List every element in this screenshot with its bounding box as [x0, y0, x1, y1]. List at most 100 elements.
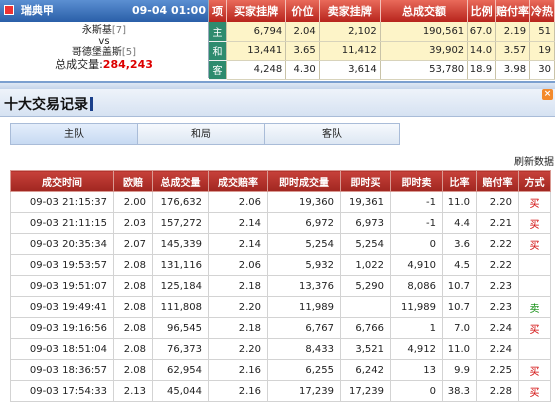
- away-team[interactable]: 哥德堡盖斯[5]: [0, 47, 208, 58]
- total-volume-value: 284,243: [102, 58, 153, 71]
- column-header[interactable]: 成交赔率: [208, 170, 268, 192]
- ratio: 10.7: [442, 296, 477, 318]
- table-row[interactable]: 09-03 18:36:57 2.08 62,954 2.16 6,255 6,242 13…: [10, 359, 551, 381]
- instant-sell: -1: [390, 212, 443, 234]
- trade-mode: 卖: [518, 296, 551, 318]
- trade-time: 09-03 19:49:41: [10, 296, 114, 318]
- column-header[interactable]: 赔付率: [476, 170, 519, 192]
- trade-time: 09-03 17:54:33: [10, 380, 114, 402]
- instant-buy: 6,242: [340, 359, 391, 381]
- table-row[interactable]: 09-03 18:51:04 2.08 76,373 2.20 8,433 3,521 4,…: [10, 338, 551, 360]
- trade-odds: 2.18: [208, 317, 268, 339]
- column-header[interactable]: 即时成交量: [267, 170, 341, 192]
- summary-header: 项: [209, 0, 228, 22]
- column-header[interactable]: 即时卖: [390, 170, 443, 192]
- home-team[interactable]: 永斯基[7]: [0, 25, 208, 36]
- column-header[interactable]: 成交时间: [10, 170, 114, 192]
- ratio: 67.0: [467, 22, 497, 42]
- euro-odds: 2.13: [113, 380, 153, 402]
- table-row[interactable]: 09-03 21:15:37 2.00 176,632 2.06 19,360 19,36…: [10, 191, 551, 213]
- table-row[interactable]: 09-03 19:16:56 2.08 96,545 2.18 6,767 6,766 1 7…: [10, 317, 551, 339]
- euro-odds: 2.07: [113, 233, 153, 255]
- tab-away[interactable]: 客队: [264, 123, 400, 145]
- instant-volume: 6,767: [267, 317, 341, 339]
- tab-home[interactable]: 主队: [10, 123, 138, 145]
- trade-odds: 2.16: [208, 359, 268, 381]
- text-cursor: [90, 97, 93, 111]
- payout-rate: 2.28: [476, 380, 519, 402]
- trade-mode: [518, 275, 551, 297]
- summary-header: 卖家挂牌: [319, 0, 381, 22]
- instant-volume: 8,433: [267, 338, 341, 360]
- league-name[interactable]: 瑞典甲: [21, 4, 54, 17]
- price: 2.04: [285, 22, 320, 42]
- ratio: 3.6: [442, 233, 477, 255]
- total-volume: 96,545: [152, 317, 209, 339]
- window-title: 十大交易记录: [4, 94, 93, 114]
- close-icon[interactable]: ×: [542, 89, 553, 100]
- instant-volume: 5,932: [267, 254, 341, 276]
- table-row[interactable]: 09-03 21:11:15 2.03 157,272 2.14 6,972 6,973-…: [10, 212, 551, 234]
- instant-volume: 6,255: [267, 359, 341, 381]
- heat-index: 51: [529, 22, 555, 42]
- trade-records-table: 成交时间 欧赔 总成交量 成交赔率 即时成交量 即时买 即时卖 比率 赔付率 方…: [10, 170, 551, 402]
- trade-odds: 2.06: [208, 254, 268, 276]
- trade-odds: 2.20: [208, 296, 268, 318]
- trade-odds: 2.06: [208, 191, 268, 213]
- column-header[interactable]: 比率: [442, 170, 477, 192]
- summary-header: 总成交额: [380, 0, 469, 22]
- vs-label: vs: [98, 36, 110, 47]
- table-row[interactable]: 09-03 19:51:07 2.08 125,184 2.18 13,376 5,290…: [10, 275, 551, 297]
- payout-rate: 2.21: [476, 212, 519, 234]
- instant-volume: 17,239: [267, 380, 341, 402]
- instant-buy: 3,521: [340, 338, 391, 360]
- trade-time: 09-03 18:36:57: [10, 359, 114, 381]
- ratio: 38.3: [442, 380, 477, 402]
- column-header[interactable]: 欧赔: [113, 170, 153, 192]
- instant-sell: 13: [390, 359, 443, 381]
- table-row[interactable]: 09-03 19:53:57 2.08 131,116 2.06 5,932 1,022 4…: [10, 254, 551, 276]
- instant-sell: 8,086: [390, 275, 443, 297]
- table-row[interactable]: 09-03 19:49:41 2.08 111,808 2.20 11,989 11,98…: [10, 296, 551, 318]
- total-volume: 111,808: [152, 296, 209, 318]
- trade-time: 09-03 21:11:15: [10, 212, 114, 234]
- team-tabs: 主队 和局 客队: [0, 123, 555, 149]
- trade-time: 09-03 18:51:04: [10, 338, 114, 360]
- buy-listing: 4,248: [226, 60, 287, 80]
- away-team-rank: [5]: [121, 47, 137, 58]
- outcome-label: 和: [209, 41, 228, 61]
- tab-draw[interactable]: 和局: [137, 123, 265, 145]
- trade-time: 09-03 21:15:37: [10, 191, 114, 213]
- trade-mode: 买: [518, 317, 551, 339]
- trade-odds: 2.16: [208, 380, 268, 402]
- summary-header: 价位: [285, 0, 320, 22]
- trade-odds: 2.18: [208, 275, 268, 297]
- total-volume: 145,339: [152, 233, 209, 255]
- ratio: 9.9: [442, 359, 477, 381]
- table-row[interactable]: 09-03 17:54:33 2.13 45,044 2.16 17,239 17,239…: [10, 380, 551, 402]
- outcome-label: 客: [209, 60, 228, 80]
- table-row[interactable]: 09-03 20:35:34 2.07 145,339 2.14 5,254 5,254 0…: [10, 233, 551, 255]
- summary-row-away[interactable]: 客 4,248 4.30 3,614 53,780 18.9 3.98 30: [209, 60, 555, 80]
- instant-sell: 0: [390, 380, 443, 402]
- refresh-data-link[interactable]: 刷新数据: [514, 153, 554, 168]
- sell-listing: 3,614: [319, 60, 381, 80]
- trade-odds: 2.14: [208, 233, 268, 255]
- summary-row-draw[interactable]: 和 13,441 3.65 11,412 39,902 14.0 3.57 19: [209, 41, 555, 61]
- betting-summary-table: 项 买家挂牌 价位 卖家挂牌 总成交额 比例 赔付率 冷热 主 6,794 2.…: [209, 0, 555, 80]
- euro-odds: 2.08: [113, 338, 153, 360]
- price: 4.30: [285, 60, 320, 80]
- instant-sell: 4,910: [390, 254, 443, 276]
- buy-listing: 6,794: [226, 22, 287, 42]
- column-header[interactable]: 总成交量: [152, 170, 209, 192]
- instant-sell: 0: [390, 233, 443, 255]
- euro-odds: 2.08: [113, 317, 153, 339]
- summary-header: 赔付率: [495, 0, 531, 22]
- home-team-name: 永斯基: [81, 25, 112, 36]
- column-header[interactable]: 方式: [518, 170, 551, 192]
- match-datetime: 09-04 01:00: [131, 4, 206, 17]
- instant-buy: 19,361: [340, 191, 391, 213]
- euro-odds: 2.08: [113, 275, 153, 297]
- column-header[interactable]: 即时买: [340, 170, 391, 192]
- summary-row-home[interactable]: 主 6,794 2.04 2,102 190,561 67.0 2.19 51: [209, 22, 555, 42]
